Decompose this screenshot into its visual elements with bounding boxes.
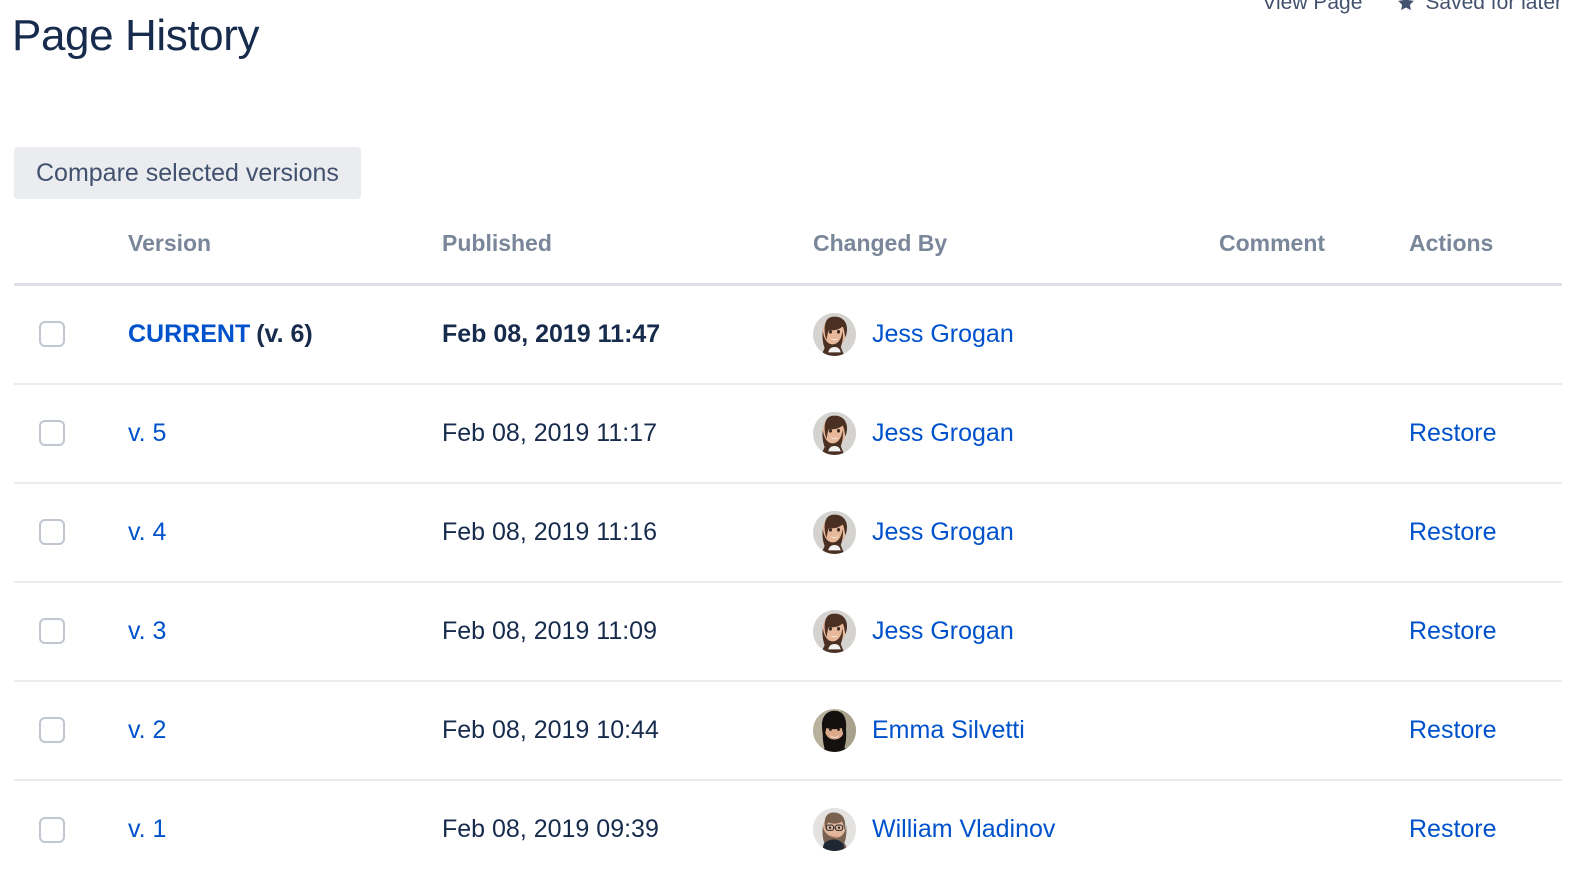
version-suffix: (v. 6) bbox=[256, 319, 313, 348]
select-cell bbox=[14, 383, 128, 484]
published-cell: Feb 08, 2019 11:17 bbox=[442, 383, 813, 484]
changed-by-cell: Jess Grogan bbox=[813, 383, 1219, 484]
version-link[interactable]: v. 4 bbox=[128, 518, 166, 546]
version-cell: v. 2 bbox=[128, 680, 442, 781]
table-row: v. 5 Feb 08, 2019 11:17 Jess Grogan Restore bbox=[14, 383, 1562, 484]
version-link[interactable]: v. 1 bbox=[128, 815, 166, 843]
avatar-jess-grogan bbox=[813, 510, 856, 554]
actions-cell bbox=[1409, 284, 1562, 385]
column-header-select bbox=[14, 230, 128, 286]
comment-cell bbox=[1219, 482, 1409, 583]
column-header-comment: Comment bbox=[1219, 230, 1409, 286]
actions-cell: Restore bbox=[1409, 780, 1562, 879]
restore-link[interactable]: Restore bbox=[1409, 716, 1497, 744]
version-cell: v. 5 bbox=[128, 383, 442, 484]
version-link[interactable]: v. 5 bbox=[128, 419, 166, 447]
avatar-william-vladinov bbox=[813, 808, 856, 851]
table-header: Version Published Changed By Comment Act… bbox=[14, 230, 1562, 286]
actions-cell: Restore bbox=[1409, 383, 1562, 484]
version-cell: v. 4 bbox=[128, 482, 442, 583]
column-header-published: Published bbox=[442, 230, 813, 286]
avatar-emma-silvetti bbox=[813, 708, 856, 752]
changed-by-cell: Jess Grogan bbox=[813, 482, 1219, 583]
page-history-table: Version Published Changed By Comment Act… bbox=[14, 230, 1562, 879]
comment-cell bbox=[1219, 780, 1409, 879]
comment-cell bbox=[1219, 581, 1409, 682]
view-page-link[interactable]: View Page bbox=[1262, 0, 1362, 15]
select-cell bbox=[14, 680, 128, 781]
row-select-checkbox[interactable] bbox=[39, 321, 65, 348]
saved-for-later-button[interactable]: Saved for later bbox=[1396, 0, 1562, 15]
user-profile-link[interactable]: Jess Grogan bbox=[872, 617, 1014, 646]
changed-by-cell: William Vladinov bbox=[813, 780, 1219, 879]
row-select-checkbox[interactable] bbox=[39, 717, 65, 743]
row-select-checkbox[interactable] bbox=[39, 420, 65, 446]
published-cell: Feb 08, 2019 11:16 bbox=[442, 482, 813, 583]
version-link[interactable]: CURRENT bbox=[128, 320, 250, 348]
view-page-label: View Page bbox=[1262, 0, 1363, 14]
table-row: CURRENT (v. 6) Feb 08, 2019 11:47 Jess Grog… bbox=[14, 284, 1562, 385]
user-profile-link[interactable]: William Vladinov bbox=[872, 815, 1055, 844]
select-cell bbox=[14, 780, 128, 879]
version-link[interactable]: v. 3 bbox=[128, 617, 166, 645]
comment-cell bbox=[1219, 680, 1409, 781]
row-select-checkbox[interactable] bbox=[39, 816, 65, 843]
version-link[interactable]: v. 2 bbox=[128, 716, 166, 744]
select-cell bbox=[14, 284, 128, 385]
column-header-changed-by: Changed By bbox=[813, 230, 1219, 286]
column-header-actions: Actions bbox=[1409, 230, 1562, 286]
select-cell bbox=[14, 482, 128, 583]
compare-selected-versions-button[interactable]: Compare selected versions bbox=[14, 147, 361, 199]
user-profile-link[interactable]: Jess Grogan bbox=[872, 320, 1014, 349]
published-cell: Feb 08, 2019 11:47 bbox=[442, 284, 813, 385]
version-cell: v. 3 bbox=[128, 581, 442, 682]
row-select-checkbox[interactable] bbox=[39, 519, 65, 545]
restore-link[interactable]: Restore bbox=[1409, 617, 1497, 645]
comment-cell bbox=[1219, 383, 1409, 484]
user-profile-link[interactable]: Jess Grogan bbox=[872, 419, 1014, 448]
actions-cell: Restore bbox=[1409, 581, 1562, 682]
comment-cell bbox=[1219, 284, 1409, 385]
table-row: v. 1 Feb 08, 2019 09:39 William Vladinov Re… bbox=[14, 780, 1562, 879]
row-select-checkbox[interactable] bbox=[39, 618, 65, 644]
page-title: Page History bbox=[12, 11, 260, 60]
changed-by-cell: Emma Silvetti bbox=[813, 680, 1219, 781]
actions-cell: Restore bbox=[1409, 482, 1562, 583]
user-profile-link[interactable]: Jess Grogan bbox=[872, 518, 1014, 547]
changed-by-cell: Jess Grogan bbox=[813, 581, 1219, 682]
avatar-jess-grogan bbox=[813, 312, 856, 356]
changed-by-cell: Jess Grogan bbox=[813, 284, 1219, 385]
select-cell bbox=[14, 581, 128, 682]
table-row: v. 4 Feb 08, 2019 11:16 Jess Grogan Restore bbox=[14, 482, 1562, 583]
published-cell: Feb 08, 2019 10:44 bbox=[442, 680, 813, 781]
user-profile-link[interactable]: Emma Silvetti bbox=[872, 716, 1025, 745]
table-row: v. 3 Feb 08, 2019 11:09 Jess Grogan Restore bbox=[14, 581, 1562, 682]
version-cell: CURRENT (v. 6) bbox=[128, 284, 442, 385]
table-body: CURRENT (v. 6) Feb 08, 2019 11:47 Jess Grog… bbox=[14, 284, 1562, 879]
version-cell: v. 1 bbox=[128, 780, 442, 879]
column-header-version: Version bbox=[128, 230, 442, 286]
actions-cell: Restore bbox=[1409, 680, 1562, 781]
top-utility-bar: View Page Saved for later bbox=[1262, 0, 1562, 18]
published-cell: Feb 08, 2019 09:39 bbox=[442, 815, 659, 843]
published-cell: Feb 08, 2019 11:09 bbox=[442, 581, 813, 682]
restore-link[interactable]: Restore bbox=[1409, 419, 1497, 447]
restore-link[interactable]: Restore bbox=[1409, 815, 1497, 843]
avatar-jess-grogan bbox=[813, 609, 856, 653]
saved-for-later-label: Saved for later bbox=[1425, 0, 1562, 14]
avatar-jess-grogan bbox=[813, 411, 856, 455]
restore-link[interactable]: Restore bbox=[1409, 518, 1497, 546]
table-row: v. 2 Feb 08, 2019 10:44 Emma Silvetti Resto… bbox=[14, 680, 1562, 781]
table-header-row: Version Published Changed By Comment Act… bbox=[14, 230, 1562, 286]
star-icon bbox=[1396, 0, 1416, 13]
